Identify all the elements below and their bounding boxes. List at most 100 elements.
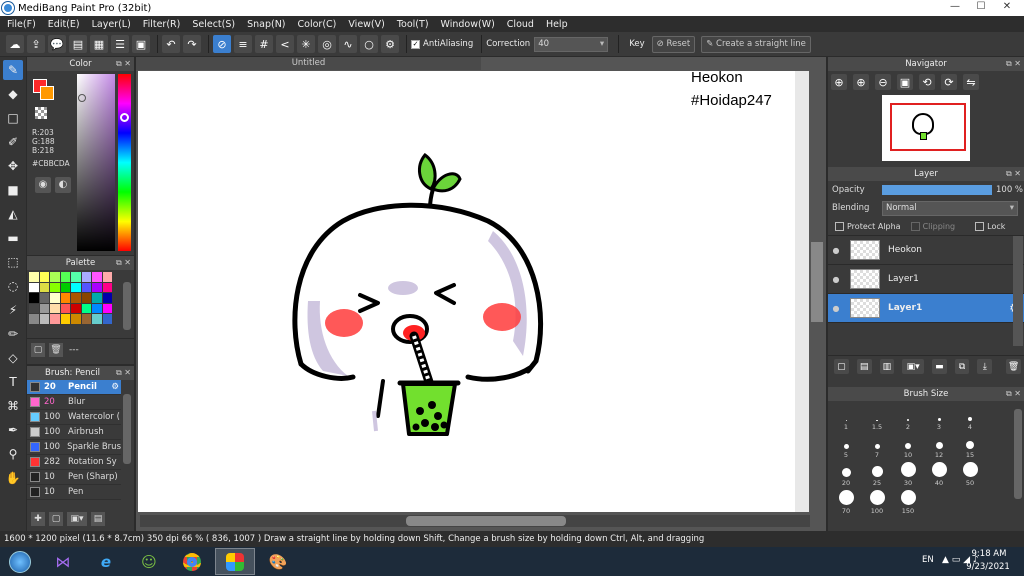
brush-size-option[interactable]: 12 — [924, 431, 954, 459]
brush-size-option[interactable]: 40 — [924, 459, 954, 487]
brush-item[interactable]: 100 Airbrush — [27, 425, 121, 440]
palette-swatch[interactable] — [29, 303, 39, 313]
protect-alpha-checkbox[interactable] — [835, 221, 844, 231]
brush-size-option[interactable]: 25 — [862, 459, 892, 487]
panel-close-icon[interactable]: ⧉ ✕ — [1006, 387, 1021, 401]
visibility-icon[interactable]: ● — [828, 246, 844, 255]
palette-swatch[interactable] — [71, 314, 81, 324]
brush-size-option[interactable]: 70 — [831, 487, 861, 515]
palette-scrollbar[interactable] — [123, 282, 131, 330]
panel-close-icon[interactable]: ⧉ ✕ — [1006, 57, 1021, 71]
vanishing-snap-icon[interactable]: < — [276, 35, 294, 53]
comment-icon[interactable]: 💬 — [48, 35, 66, 53]
menu-cloud[interactable]: Cloud — [507, 19, 534, 30]
brush-size-option[interactable]: 2 — [893, 403, 923, 431]
visibility-icon[interactable]: ● — [828, 304, 844, 313]
clock-date[interactable]: 9/23/2021 — [962, 562, 1014, 572]
brush-item[interactable]: 100 Watercolor ( — [27, 410, 121, 425]
new-8bit-layer-icon[interactable]: ▥ — [879, 359, 895, 374]
straight-line-button[interactable]: ✎ Create a straight line — [701, 35, 811, 53]
hue-slider[interactable] — [118, 74, 131, 251]
palette-swatch[interactable] — [60, 314, 70, 324]
circle-snap-icon[interactable]: ◎ — [318, 35, 336, 53]
snap-settings-icon[interactable]: ⚙ — [381, 35, 399, 53]
brush-size-option[interactable]: 5 — [831, 431, 861, 459]
palette-swatch[interactable] — [81, 293, 91, 303]
secondary-color-swatch[interactable] — [40, 86, 54, 100]
snap-off-icon[interactable]: ⊘ — [213, 35, 231, 53]
palette-swatch[interactable] — [39, 303, 49, 313]
palette-swatch[interactable] — [50, 303, 60, 313]
upload-icon[interactable]: ⇪ — [27, 35, 45, 53]
menu-view[interactable]: View(V) — [348, 19, 384, 30]
sv-cursor[interactable] — [78, 94, 86, 102]
document-icon[interactable]: ▦ — [90, 35, 108, 53]
cross-snap-icon[interactable]: # — [255, 35, 273, 53]
palette-swatch[interactable] — [29, 272, 39, 282]
brush-size-option[interactable]: 10 — [893, 431, 923, 459]
menu-help[interactable]: Help — [546, 19, 568, 30]
palette-swatch[interactable] — [50, 282, 60, 292]
clock-time[interactable]: 9:18 AM — [968, 549, 1010, 559]
panel-close-icon[interactable]: ⧉ ✕ — [116, 366, 131, 380]
palette-swatch[interactable] — [81, 303, 91, 313]
palette-swatch[interactable] — [102, 314, 112, 324]
color-wheel-icon[interactable]: ◉ — [35, 177, 51, 193]
palette-swatch[interactable] — [39, 272, 49, 282]
brush-settings-gear-icon[interactable]: ⚙ — [111, 382, 119, 392]
brush-scrollbar[interactable] — [123, 394, 131, 464]
new-palette-icon[interactable]: ▢ — [31, 342, 45, 357]
start-button[interactable] — [0, 548, 40, 575]
menu-filter[interactable]: Filter(R) — [143, 19, 181, 30]
palette-swatch[interactable] — [92, 282, 102, 292]
gradient-tool-icon[interactable]: ▬ — [3, 228, 23, 248]
palette-swatch[interactable] — [92, 293, 102, 303]
palette-swatch[interactable] — [92, 272, 102, 282]
brush-size-option[interactable]: 1.5 — [862, 403, 892, 431]
palette-swatch[interactable] — [81, 282, 91, 292]
grid-icon[interactable]: ▣ — [132, 35, 150, 53]
layer-row[interactable]: ● Layer1 — [828, 265, 1024, 294]
magic-wand-tool-icon[interactable]: ⚡ — [3, 300, 23, 320]
palette-swatch[interactable] — [50, 293, 60, 303]
palette-swatch[interactable] — [50, 272, 60, 282]
menu-edit[interactable]: Edit(E) — [48, 19, 80, 30]
curve-snap-icon[interactable]: ∿ — [339, 35, 357, 53]
palette-swatch[interactable] — [39, 282, 49, 292]
ellipse-snap-icon[interactable]: ○ — [360, 35, 378, 53]
select-eraser-tool-icon[interactable]: ◇ — [3, 348, 23, 368]
zoom-fit-icon[interactable]: ⊕ — [831, 74, 847, 90]
divide-tool-icon[interactable]: ⌘ — [3, 396, 23, 416]
brush-item[interactable]: 20 Blur — [27, 395, 121, 410]
minimize-button[interactable]: — — [942, 0, 968, 14]
eraser-tool-icon[interactable]: ◆ — [3, 84, 23, 104]
new-layer-icon[interactable]: ▢ — [834, 359, 849, 374]
language-indicator[interactable]: EN — [922, 555, 934, 565]
canvas[interactable]: Heokon #Hoidap247 — [138, 71, 809, 512]
redo-icon[interactable]: ↷ — [183, 35, 201, 53]
palette-swatch[interactable] — [81, 272, 91, 282]
merge-layer-icon[interactable]: ⤓ — [977, 359, 993, 374]
medibang-taskbar-icon[interactable] — [215, 548, 255, 575]
menu-layer[interactable]: Layer(L) — [92, 19, 131, 30]
brush-size-option[interactable]: 4 — [955, 403, 985, 431]
new-layer-menu-icon[interactable]: ▣▾ — [902, 359, 924, 374]
blending-select[interactable]: Normal — [882, 200, 1018, 216]
add-brush-icon[interactable]: ✚ — [31, 512, 45, 526]
visibility-icon[interactable]: ● — [828, 275, 844, 284]
menu-tool[interactable]: Tool(T) — [397, 19, 429, 30]
brush-item[interactable]: 10 Pen (Sharp) — [27, 470, 121, 485]
panel-close-icon[interactable]: ⧉ ✕ — [116, 256, 131, 270]
palette-swatch[interactable] — [102, 293, 112, 303]
close-button[interactable]: ✕ — [994, 0, 1020, 14]
menu-file[interactable]: File(F) — [7, 19, 36, 30]
menu-select[interactable]: Select(S) — [192, 19, 235, 30]
brush-item[interactable]: 10 Pen — [27, 485, 121, 500]
duplicate-layer-icon[interactable]: ⧉ — [954, 359, 970, 374]
menu-window[interactable]: Window(W) — [441, 19, 495, 30]
select-pen-tool-icon[interactable]: ✏ — [3, 324, 23, 344]
canvas-vscroll-thumb[interactable] — [811, 242, 823, 322]
palette-swatch[interactable] — [29, 293, 39, 303]
brush-size-scrollbar[interactable] — [1014, 409, 1022, 499]
flip-icon[interactable]: ⇋ — [963, 74, 979, 90]
